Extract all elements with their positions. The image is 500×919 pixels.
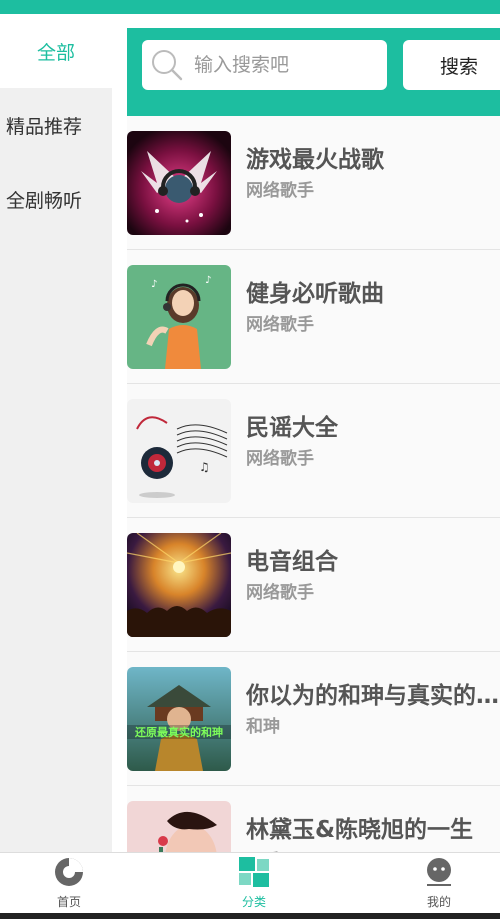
profile-face-icon: [424, 857, 454, 891]
album-cover-image: ♫: [127, 399, 231, 503]
search-icon: [150, 48, 184, 82]
home-pie-icon: [54, 857, 84, 891]
sidebar-item-featured[interactable]: 精品推荐: [0, 88, 112, 162]
svg-text:♫: ♫: [199, 460, 210, 474]
bottom-tab-bar: 首页 分类 我的: [0, 852, 500, 913]
album-title: 电音组合: [246, 549, 338, 575]
search-input[interactable]: [192, 53, 376, 77]
sidebar-item-label: 精品推荐: [6, 115, 83, 138]
tab-label: 首页: [56, 895, 81, 909]
list-item[interactable]: 还原最真实的和珅 你以为的和珅与真实的… 和珅: [127, 652, 500, 786]
list-item[interactable]: 游戏最火战歌 网络歌手: [127, 116, 500, 250]
search-bar: 搜索: [127, 28, 500, 116]
tab-category[interactable]: 分类: [194, 853, 314, 914]
album-cover-image: ♪ ♪: [127, 265, 231, 369]
album-artist: 网络歌手: [246, 315, 314, 335]
tab-label: 我的: [426, 895, 451, 909]
tab-home[interactable]: 首页: [9, 853, 129, 914]
album-title: 林黛玉&陈晓旭的一生: [246, 817, 474, 843]
svg-text:♪: ♪: [205, 275, 211, 286]
tab-label: 分类: [241, 895, 266, 909]
category-grid-icon: [238, 857, 270, 891]
album-cover-image: [127, 801, 231, 852]
list-item[interactable]: 林黛玉&陈晓旭的一生 雨后: [127, 786, 500, 852]
album-artist: 和珅: [246, 717, 280, 737]
status-bar: [0, 0, 500, 14]
category-sidebar: 全部 精品推荐 全剧畅听: [0, 14, 112, 852]
album-title: 民谣大全: [246, 415, 338, 441]
search-box[interactable]: [142, 40, 387, 90]
album-title: 游戏最火战歌: [246, 147, 384, 173]
sidebar-item-label: 全剧畅听: [6, 189, 83, 212]
album-cover-image: [127, 131, 231, 235]
search-button[interactable]: 搜索: [403, 40, 500, 90]
sidebar-item-label: 全部: [36, 41, 75, 64]
sidebar-item-full-drama[interactable]: 全剧畅听: [0, 162, 112, 236]
sidebar-item-all[interactable]: 全部: [0, 14, 112, 88]
album-title: 健身必听歌曲: [246, 281, 384, 307]
svg-text:♪: ♪: [151, 279, 157, 290]
album-artist: 网络歌手: [246, 181, 314, 201]
album-title: 你以为的和珅与真实的…: [246, 683, 499, 709]
system-nav-bar: [0, 913, 500, 919]
album-cover-caption: 还原最真实的和珅: [134, 725, 223, 739]
album-cover-image: 还原最真实的和珅: [127, 667, 231, 771]
album-artist: 网络歌手: [246, 449, 314, 469]
list-item[interactable]: 电音组合 网络歌手: [127, 518, 500, 652]
main-content: 搜索: [112, 14, 500, 852]
list-item[interactable]: ♫ 民谣大全 网络歌手: [127, 384, 500, 518]
album-list: 游戏最火战歌 网络歌手 ♪ ♪ 健身必听歌曲 网络歌手 ♫ 民谣大全 网络歌手 …: [127, 116, 500, 852]
tab-profile[interactable]: 我的: [379, 853, 499, 914]
list-item[interactable]: ♪ ♪ 健身必听歌曲 网络歌手: [127, 250, 500, 384]
album-artist: 网络歌手: [246, 583, 314, 603]
album-cover-image: [127, 533, 231, 637]
